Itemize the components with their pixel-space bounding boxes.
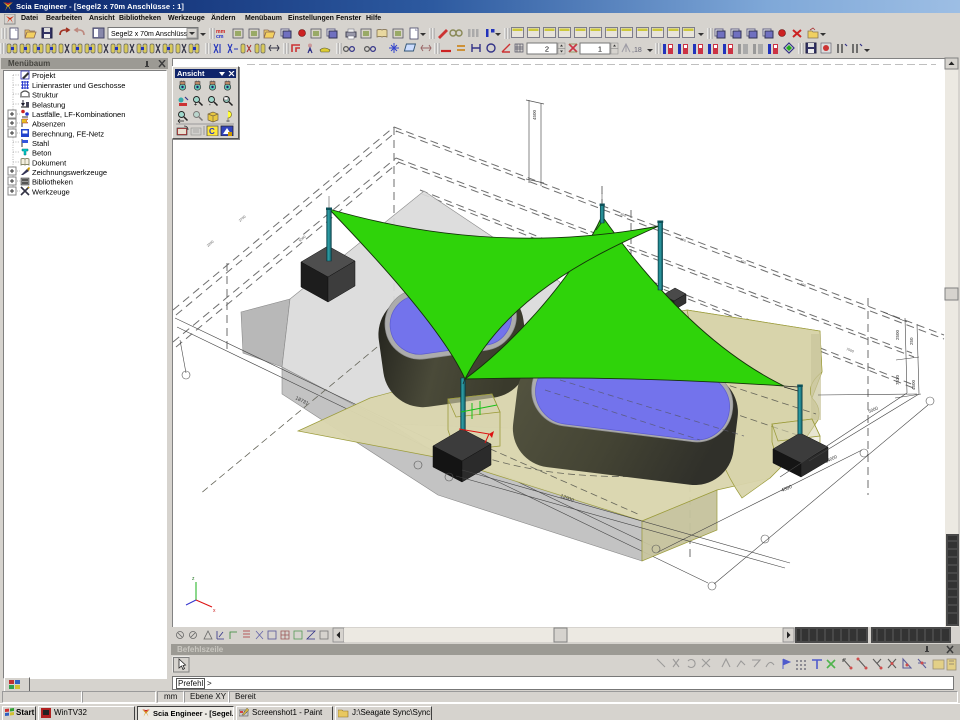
svg-text:Absenzen: Absenzen: [32, 120, 65, 129]
svg-text:Linienraster und Geschosse: Linienraster und Geschosse: [32, 81, 125, 90]
svg-text:Dokument: Dokument: [32, 159, 67, 168]
svg-text:,18: ,18: [632, 47, 642, 54]
svg-text:Belastung: Belastung: [32, 101, 65, 110]
svg-text:Werkzeuge: Werkzeuge: [32, 188, 70, 197]
svg-text:Bibliotheken: Bibliotheken: [32, 178, 73, 187]
svg-text:1: 1: [598, 45, 602, 54]
svg-text:-: -: [209, 102, 211, 108]
svg-text:+: +: [194, 102, 197, 108]
svg-text:Struktur: Struktur: [32, 91, 59, 100]
svg-text:Segel2 x 70m Anschlüsse: Segel2 x 70m Anschlüsse: [111, 31, 191, 38]
svg-text:2: 2: [545, 45, 549, 54]
svg-text:Zeichnungswerkzeuge: Zeichnungswerkzeuge: [32, 168, 107, 177]
svg-text:C: C: [209, 127, 215, 136]
svg-text:cm: cm: [216, 34, 224, 40]
svg-text:Berechnung, FE-Netz: Berechnung, FE-Netz: [32, 130, 104, 139]
svg-text:Projekt: Projekt: [32, 71, 56, 80]
svg-text:Stahl: Stahl: [32, 139, 49, 148]
svg-text:Lastfälle, LF-Kombinationen: Lastfälle, LF-Kombinationen: [32, 110, 125, 119]
svg-text:Beton: Beton: [32, 149, 52, 158]
